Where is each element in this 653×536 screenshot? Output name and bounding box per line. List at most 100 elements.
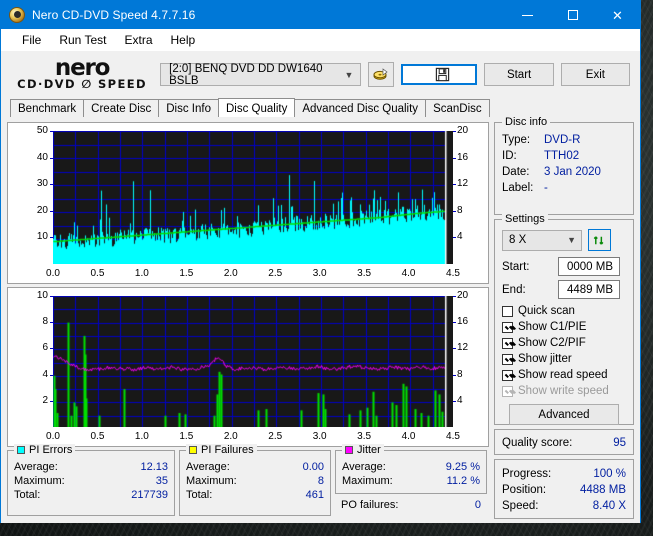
start-input[interactable]: 0000 MB — [558, 257, 620, 276]
y2-tick-label: 12 — [457, 342, 469, 354]
y-tick-mark — [50, 157, 53, 159]
checkbox-show-read-speed[interactable]: Show read speed — [502, 367, 626, 383]
nero-logo-subtitle: CD·DVD ∅ SPEED — [17, 77, 147, 91]
toolbar: nero CD·DVD ∅ SPEED [2:0] BENQ DVD DD DW… — [1, 51, 640, 98]
disc-label-label: Label: — [502, 182, 534, 194]
checkbox-checked-disabled-icon — [502, 385, 513, 397]
tab-scandisc[interactable]: ScanDisc — [425, 99, 490, 117]
side-panel: Disc info Type: DVD-R ID: TTH02 Date: 3 Jan… — [494, 116, 634, 519]
y-tick-mark — [50, 322, 53, 324]
refresh-button[interactable] — [588, 229, 611, 251]
tab-disc-info[interactable]: Disc Info — [158, 99, 219, 117]
y2-tick-label: 4 — [457, 231, 463, 243]
checkbox-show-c1-pie[interactable]: Show C1/PIE — [502, 319, 626, 335]
drive-selector-value: [2:0] BENQ DVD DD DW1640 BSLB — [169, 62, 323, 87]
y2-tick-mark — [453, 400, 456, 402]
start-row: Start: 0000 MB — [502, 257, 626, 276]
y-tick-label: 50 — [36, 125, 48, 136]
close-icon: ✕ — [612, 7, 623, 23]
save-button[interactable] — [401, 64, 478, 85]
jitter-maximum-label: Maximum: — [342, 475, 393, 487]
minimize-button[interactable] — [505, 1, 550, 29]
y-tick-label: 4 — [42, 368, 48, 380]
jitter-stats-title: Jitter — [357, 444, 381, 456]
checkbox-show-c2-pif[interactable]: Show C2/PIF — [502, 335, 626, 351]
menu-run-test[interactable]: Run Test — [50, 31, 115, 49]
pi-failures-color-swatch — [189, 446, 197, 454]
x-tick-label: 3.0 — [312, 268, 327, 279]
chevron-down-icon: ▼ — [344, 69, 354, 80]
tab-create-disc[interactable]: Create Disc — [83, 99, 160, 117]
x-tick-label: 1.0 — [134, 268, 149, 279]
x-tick-label: 0.5 — [90, 268, 105, 279]
table-row: Average: 9.25 % — [342, 460, 480, 474]
disc-id-row: ID: TTH02 — [502, 148, 626, 164]
menu-help[interactable]: Help — [162, 31, 205, 49]
pi-failures-stats-title: PI Failures — [201, 444, 254, 456]
x-tick-label: 1.5 — [179, 268, 194, 279]
checkbox-label: Show jitter — [518, 353, 572, 365]
tab-content-disc-quality: 10 20 30 40 50 4 8 12 16 20 0.0 0.5 1.0 1.5 2.0 2.5 3.0 3… — [1, 116, 640, 523]
speed-selector[interactable]: 8 X ▼ — [502, 229, 582, 251]
disc-date-value: 3 Jan 2020 — [544, 166, 601, 178]
checkbox-label: Quick scan — [518, 305, 575, 317]
checkbox-show-jitter[interactable]: Show jitter — [502, 351, 626, 367]
window-title: Nero CD-DVD Speed 4.7.7.16 — [32, 8, 196, 22]
pi-errors-total-label: Total: — [14, 489, 41, 501]
checkbox-label: Show C2/PIF — [518, 337, 586, 349]
y-tick-label: 40 — [36, 151, 48, 163]
y-tick-mark — [50, 131, 53, 132]
quality-score-label: Quality score: — [502, 437, 573, 449]
window-controls: ✕ — [505, 1, 640, 29]
pi-errors-maximum-value: 35 — [155, 475, 168, 487]
checkbox-icon — [502, 305, 513, 317]
checkbox-label: Show read speed — [518, 369, 608, 381]
jitter-color-swatch — [345, 446, 353, 454]
tab-benchmark[interactable]: Benchmark — [10, 99, 85, 117]
tab-disc-quality[interactable]: Disc Quality — [218, 98, 296, 117]
settings-caption: Settings — [502, 213, 548, 225]
speed-row: 8 X ▼ — [502, 229, 626, 251]
x-tick-label: 4.5 — [446, 268, 460, 279]
y2-tick-mark — [453, 131, 456, 132]
nero-logo: nero CD·DVD ∅ SPEED — [11, 55, 153, 95]
menu-extra[interactable]: Extra — [115, 31, 161, 49]
start-button[interactable]: Start — [484, 63, 554, 86]
menu-file[interactable]: File — [13, 31, 50, 49]
disc-date-row: Date: 3 Jan 2020 — [502, 164, 626, 180]
po-failures-value: 0 — [474, 499, 481, 511]
eject-button[interactable] — [368, 62, 395, 87]
tab-advanced-disc-quality[interactable]: Advanced Disc Quality — [294, 99, 427, 117]
exit-button[interactable]: Exit — [560, 63, 631, 86]
y-tick-label: 6 — [42, 342, 48, 354]
progress-row: Progress: 100 % — [502, 466, 626, 482]
x-tick-label: 1.0 — [134, 431, 149, 442]
jitter-stats-wrap: Jitter Average: 9.25 % Maximum: 11.2 % PO … — [335, 444, 487, 516]
x-tick-label: 3.5 — [357, 431, 372, 442]
maximize-button[interactable] — [550, 1, 595, 29]
end-input[interactable]: 4489 MB — [558, 280, 620, 299]
y2-tick-label: 4 — [457, 394, 463, 406]
settings-group: Settings 8 X ▼ Start: 0000 MB End: 4489 … — [494, 213, 634, 425]
close-button[interactable]: ✕ — [595, 1, 640, 29]
pi-errors-canvas — [53, 131, 453, 264]
title-bar: Nero CD-DVD Speed 4.7.7.16 ✕ — [1, 1, 640, 29]
x-tick-label: 0.0 — [46, 431, 60, 442]
checkbox-checked-icon — [502, 369, 513, 381]
advanced-button[interactable]: Advanced — [509, 404, 619, 425]
x-tick-label: 0.0 — [46, 268, 60, 279]
speed-label: Speed: — [502, 500, 539, 512]
jitter-stats: Jitter Average: 9.25 % Maximum: 11.2 % — [335, 444, 487, 494]
disc-type-value: DVD-R — [544, 134, 581, 146]
disc-id-value: TTH02 — [544, 150, 580, 162]
y-tick-label: 8 — [42, 316, 48, 328]
checkbox-quick-scan[interactable]: Quick scan — [502, 303, 626, 319]
y2-tick-mark — [453, 322, 456, 324]
y-tick-mark — [50, 400, 53, 402]
drive-selector[interactable]: [2:0] BENQ DVD DD DW1640 BSLB ▼ — [160, 62, 362, 87]
y-tick-mark — [50, 184, 53, 186]
progress-group: Progress: 100 % Position: 4488 MB Speed: 8.… — [494, 459, 634, 519]
checkbox-checked-icon — [502, 321, 513, 333]
jitter-average-value: 9.25 % — [445, 461, 480, 473]
start-label: Start: — [502, 260, 530, 273]
